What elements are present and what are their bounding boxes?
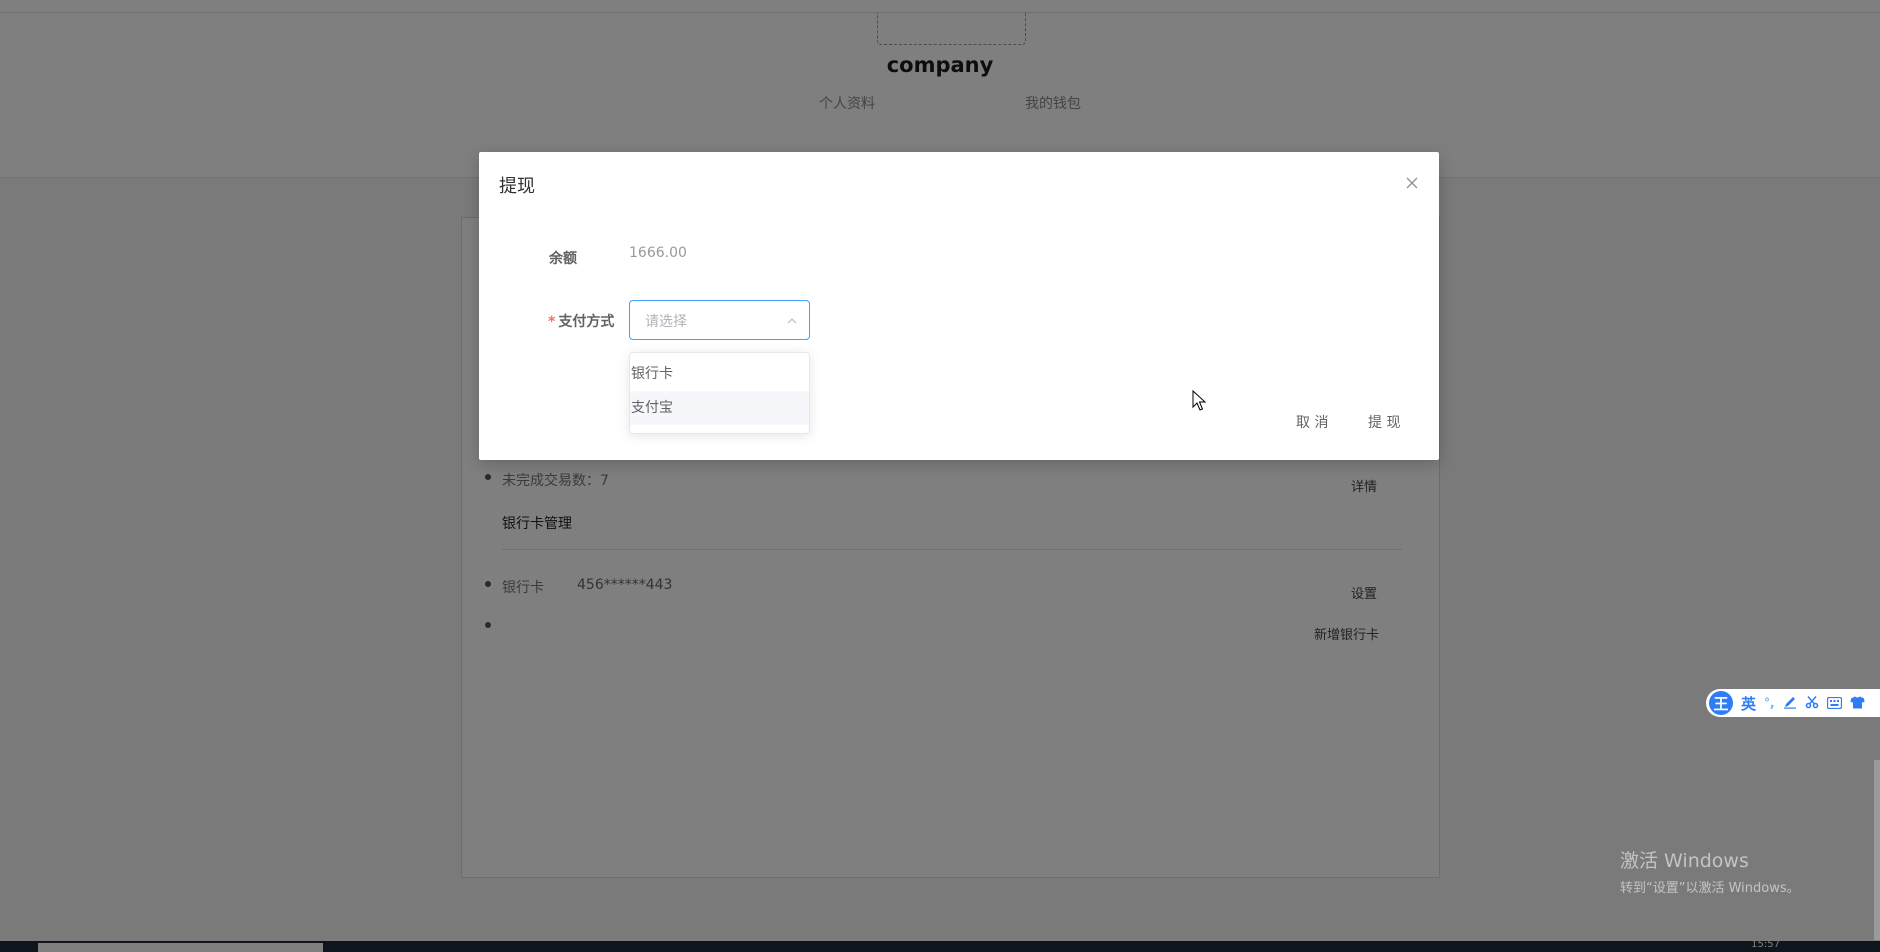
required-asterisk: * [548,314,556,330]
scissors-icon[interactable] [1805,694,1819,713]
modal-mask[interactable] [0,0,1880,952]
select-placeholder: 请选择 [645,314,687,330]
skin-shirt-icon[interactable] [1850,694,1865,713]
mouse-cursor-icon [1192,390,1206,411]
option-bank-card[interactable]: 银行卡 [630,357,809,391]
ime-mode-toggle[interactable]: 英 [1741,693,1756,714]
ime-toolbar: 王 英 °, [1706,689,1880,717]
payment-method-select[interactable]: 请选择 [629,300,810,340]
dialog-title: 提现 [499,176,535,197]
keyboard-icon[interactable] [1826,694,1842,713]
ime-punctuation-toggle[interactable]: °, [1764,696,1775,710]
close-button[interactable] [1403,174,1421,192]
close-icon [1406,177,1418,189]
cancel-button[interactable]: 取 消 [1296,412,1328,432]
balance-value: 1666.00 [629,245,687,261]
withdraw-button[interactable]: 提 现 [1368,412,1400,432]
balance-label: 余额 [549,251,577,267]
payment-method-label: * 支付方式 [548,314,615,330]
windows-activation-watermark: 激活 Windows 转到“设置”以激活 Windows。 [1620,846,1800,896]
pencil-icon[interactable] [1783,694,1797,713]
page-scrollbar-thumb[interactable] [1874,760,1880,940]
ime-logo[interactable]: 王 [1709,691,1733,715]
activation-title: 激活 Windows [1620,850,1749,872]
option-alipay[interactable]: 支付宝 [630,391,809,425]
chevron-up-icon [787,318,797,324]
activation-subtitle: 转到“设置”以激活 Windows。 [1620,881,1800,896]
withdraw-dialog: 提现 余额 1666.00 * 支付方式 请选择 银行卡 支付宝 取 消 提 现 [479,152,1439,460]
payment-method-dropdown: 银行卡 支付宝 [629,352,810,434]
